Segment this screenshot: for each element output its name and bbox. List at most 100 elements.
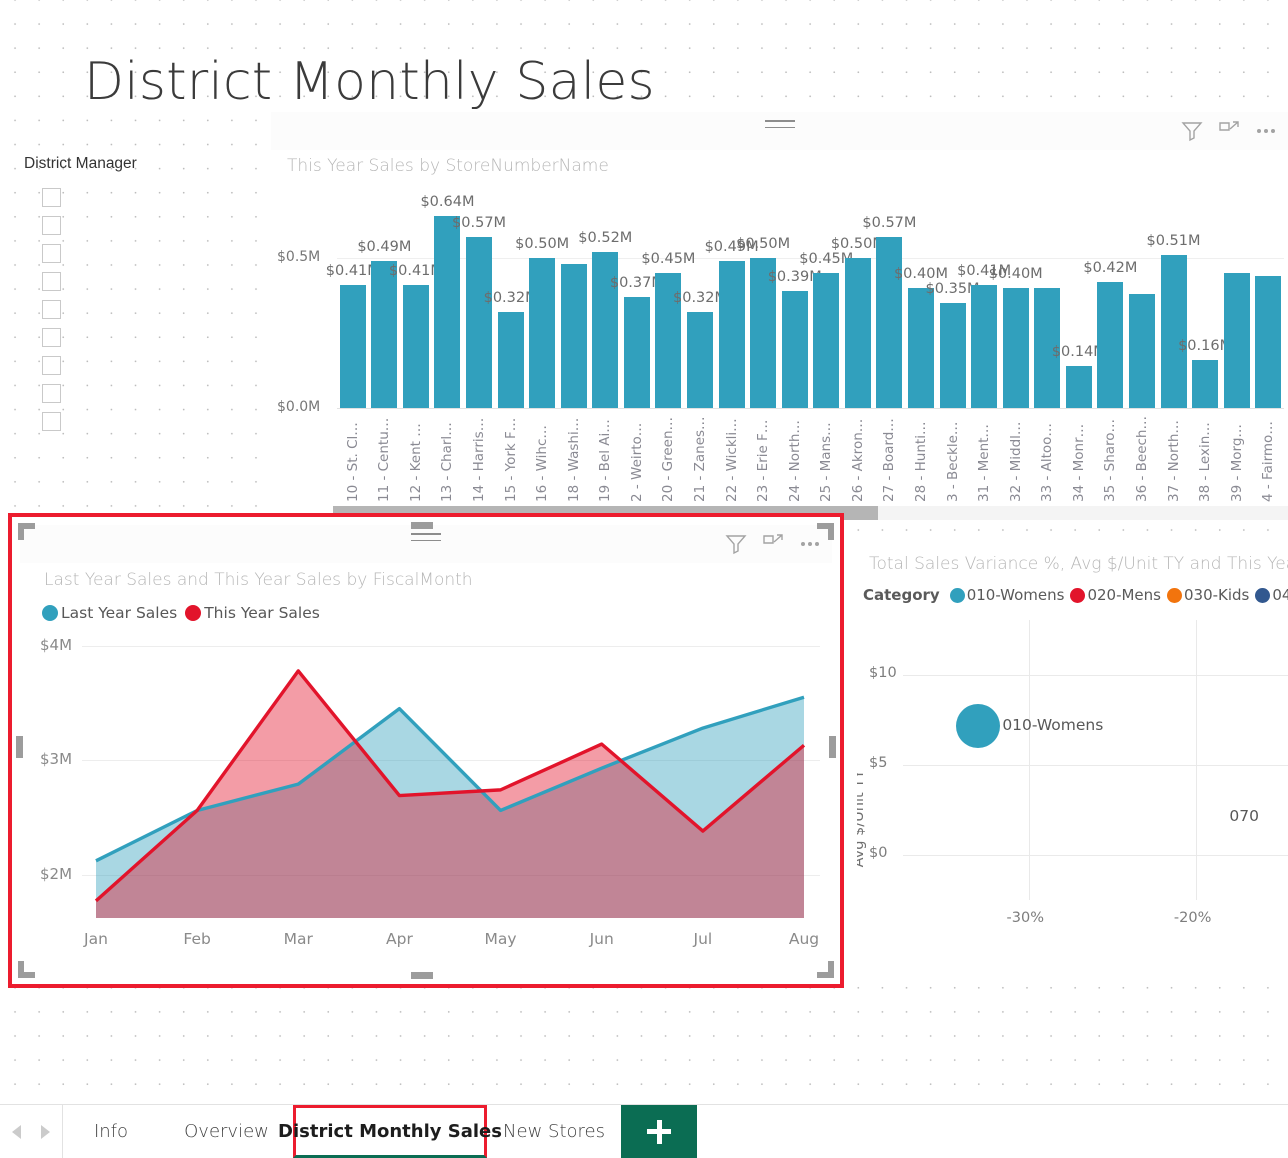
bar-x-axis-label: 34 - Monr…	[1070, 423, 1087, 502]
bar-column[interactable]	[529, 258, 556, 408]
selected-visual-outline[interactable]: Last Year Sales and This Year Sales by F…	[8, 513, 844, 988]
bar-column[interactable]	[1223, 273, 1250, 408]
bar-column[interactable]	[434, 216, 461, 408]
resize-handle-edge[interactable]	[411, 522, 433, 529]
bar-column[interactable]	[876, 237, 903, 408]
bar-x-axis-label: 14 - Harris…	[471, 417, 488, 502]
bar-column[interactable]	[844, 258, 871, 408]
scatter-legend-item[interactable]: 010-Womens	[949, 586, 1064, 604]
scatter-y-axis-tick: $10	[869, 665, 897, 682]
checkbox-icon[interactable]	[42, 187, 61, 207]
bar-column[interactable]	[339, 285, 366, 408]
bar-x-axis-label: 25 - Mans…	[818, 422, 835, 502]
area-x-axis-label: May	[484, 930, 517, 948]
prev-page-arrow-icon[interactable]	[12, 1124, 21, 1139]
bar-column[interactable]	[971, 285, 998, 408]
bar-x-axis-label: 21 - Zanes…	[692, 416, 709, 502]
bar-column[interactable]	[1002, 288, 1029, 408]
area-x-axis-label: Aug	[788, 930, 820, 948]
bar-column[interactable]	[1097, 282, 1124, 408]
filter-icon[interactable]	[724, 532, 748, 556]
focus-mode-icon[interactable]	[1217, 119, 1241, 143]
slicer-item[interactable]	[16, 295, 266, 323]
next-page-arrow-icon[interactable]	[41, 1124, 50, 1139]
drag-grip-icon[interactable]	[411, 533, 441, 546]
more-options-icon[interactable]	[1254, 119, 1278, 143]
checkbox-icon[interactable]	[42, 327, 61, 347]
resize-handle-edge[interactable]	[829, 735, 836, 758]
area-legend-item[interactable]: Last Year Sales	[42, 604, 177, 622]
scatter-bubble[interactable]	[956, 703, 1001, 748]
bar-column[interactable]	[623, 297, 650, 408]
bar-column[interactable]	[813, 273, 840, 408]
resize-handle-corner[interactable]	[18, 961, 35, 978]
resize-handle-corner[interactable]	[817, 523, 834, 540]
bar-x-axis-label: 19 - Bel Ai…	[597, 419, 614, 502]
area-chart-visual[interactable]: Last Year Sales and This Year Sales by F…	[20, 525, 832, 976]
bar-column[interactable]	[1192, 360, 1219, 408]
checkbox-icon[interactable]	[42, 411, 61, 431]
bar-column[interactable]	[687, 312, 714, 408]
page-tab[interactable]: Info	[62, 1105, 160, 1158]
bar-x-axis-label: 13 - Charl…	[439, 422, 456, 502]
checkbox-icon[interactable]	[42, 355, 61, 375]
bar-column[interactable]	[371, 261, 398, 408]
slicer-item[interactable]	[16, 183, 266, 211]
checkbox-icon[interactable]	[42, 299, 61, 319]
slicer-item[interactable]	[16, 239, 266, 267]
district-manager-slicer[interactable]: District Manager	[16, 155, 266, 435]
checkbox-icon[interactable]	[42, 243, 61, 263]
bar-column[interactable]	[560, 264, 587, 408]
page-tab[interactable]: District Monthly Sales	[278, 1105, 502, 1158]
bar-x-axis-label: 32 - Middl…	[1007, 421, 1024, 502]
scatter-y-axis-tick: $5	[869, 755, 888, 772]
slicer-item[interactable]	[16, 267, 266, 295]
add-page-button[interactable]	[621, 1105, 697, 1158]
scatter-legend-item[interactable]: 040-	[1255, 586, 1288, 604]
resize-handle-edge[interactable]	[411, 972, 433, 979]
filter-icon[interactable]	[1180, 119, 1204, 143]
bar-column[interactable]	[781, 291, 808, 408]
page-tab[interactable]: Overview	[160, 1105, 293, 1158]
checkbox-icon[interactable]	[42, 215, 61, 235]
bar-data-label: $0.40M	[893, 266, 948, 282]
bar-column[interactable]	[718, 261, 745, 408]
bar-x-axis-label: 15 - York F…	[502, 417, 519, 502]
bar-x-axis-label: 37 - North…	[1165, 420, 1182, 502]
bar-column[interactable]	[1065, 366, 1092, 408]
bar-column[interactable]	[1128, 294, 1155, 408]
slicer-item[interactable]	[16, 351, 266, 379]
area-legend-item[interactable]: This Year Sales	[185, 604, 320, 622]
bar-column[interactable]	[497, 312, 524, 408]
bar-column[interactable]	[1160, 255, 1187, 408]
bar-x-axis-label: 12 - Kent …	[407, 423, 424, 502]
checkbox-icon[interactable]	[42, 271, 61, 291]
bar-column[interactable]	[907, 288, 934, 408]
scatter-legend-item[interactable]: 020-Mens	[1070, 586, 1161, 604]
bar-data-label: $0.40M	[988, 266, 1043, 282]
bar-column[interactable]	[402, 285, 429, 408]
scatter-x-axis-tick: -20%	[1173, 910, 1212, 926]
bar-data-label: $0.45M	[641, 251, 696, 267]
bar-column[interactable]	[1255, 276, 1282, 408]
scatter-legend-label: 030-Kids	[1183, 586, 1250, 604]
slicer-item[interactable]	[16, 379, 266, 407]
scatter-chart-visual[interactable]: Total Sales Variance %, Avg $/Unit TY an…	[857, 540, 1288, 970]
resize-handle-edge[interactable]	[16, 735, 23, 758]
bar-column[interactable]	[939, 303, 966, 408]
checkbox-icon[interactable]	[42, 383, 61, 403]
resize-handle-corner[interactable]	[817, 961, 834, 978]
slicer-item[interactable]	[16, 211, 266, 239]
area-x-axis-label: Jul	[693, 930, 713, 948]
focus-mode-icon[interactable]	[761, 532, 785, 556]
bar-x-axis-label: 11 - Centu…	[376, 417, 393, 502]
drag-grip-icon[interactable]	[764, 120, 795, 133]
bar-x-axis-label: 39 - Morg…	[1228, 424, 1245, 502]
scatter-legend-item[interactable]: 030-Kids	[1166, 586, 1250, 604]
bar-chart-visual[interactable]: This Year Sales by StoreNumberName $0.0M…	[271, 112, 1288, 520]
page-tab[interactable]: New Stores	[487, 1105, 621, 1158]
bar-column[interactable]	[466, 237, 493, 408]
slicer-item[interactable]	[16, 323, 266, 351]
resize-handle-corner[interactable]	[18, 523, 35, 540]
slicer-item[interactable]	[16, 407, 266, 435]
